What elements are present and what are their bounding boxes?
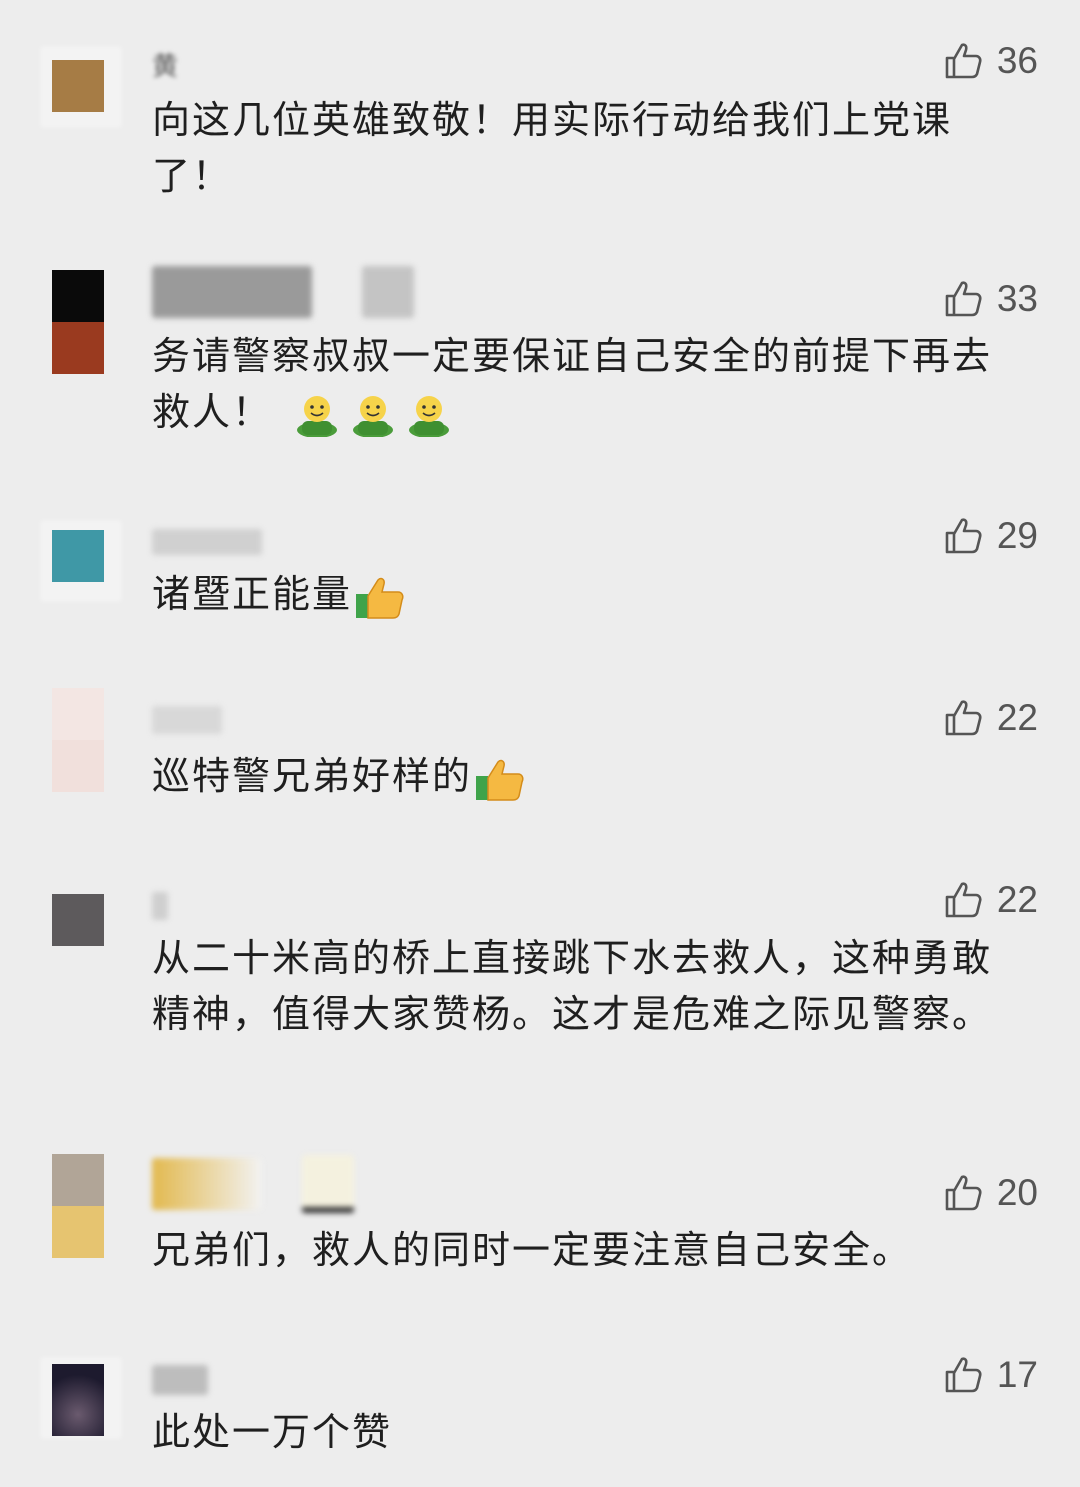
avatar[interactable]	[52, 270, 104, 374]
avatar-image-bottom	[52, 740, 104, 792]
avatar-image	[52, 60, 104, 112]
smiling-green-person-emoji	[404, 393, 454, 437]
comment-body: 此处一万个赞	[152, 1410, 393, 1454]
nickname-redacted	[152, 1365, 208, 1395]
like-count: 29	[996, 515, 1038, 556]
avatar-image	[52, 530, 104, 582]
nickname[interactable]	[152, 522, 262, 562]
comment-body: 向这几位英雄致敬！用实际行动给我们上党课了！	[152, 98, 953, 198]
thumbs-up-icon	[945, 1357, 982, 1393]
avatar-image	[52, 1364, 104, 1436]
comment-text: 巡特警兄弟好样的	[152, 748, 1012, 804]
comment-text: 向这几位英雄致敬！用实际行动给我们上党课了！	[152, 92, 1012, 204]
nickname-redacted	[302, 1155, 354, 1213]
avatar-image-top	[52, 270, 104, 322]
avatar-image-bottom	[52, 322, 104, 374]
smiling-green-person-emoji	[292, 393, 342, 437]
like-count: 33	[996, 278, 1038, 319]
avatar[interactable]	[52, 1154, 104, 1258]
nickname[interactable]	[152, 1360, 208, 1400]
like-count: 17	[996, 1354, 1038, 1395]
comment-body: 巡特警兄弟好样的	[152, 754, 473, 798]
like-button[interactable]: 33	[943, 278, 1038, 320]
avatar[interactable]	[52, 894, 104, 946]
nickname[interactable]: 黄	[152, 44, 180, 84]
like-count: 22	[996, 879, 1038, 920]
comment-body: 诸暨正能量	[152, 572, 353, 616]
comment-body: 从二十米高的桥上直接跳下水去救人，这种勇敢精神，值得大家赞杨。这才是危难之际见警…	[152, 936, 993, 1036]
comment-text: 兄弟们，救人的同时一定要注意自己安全。	[152, 1222, 1012, 1278]
nickname-redacted	[152, 1158, 262, 1210]
nickname-redacted	[152, 529, 262, 555]
avatar[interactable]	[52, 530, 104, 582]
nickname-redacted	[152, 266, 312, 318]
thumbs-up-icon	[945, 1175, 982, 1211]
comment-body: 务请警察叔叔一定要保证自己安全的前提下再去救人！	[152, 334, 993, 434]
thumbs-up-emoji	[474, 754, 526, 804]
comment-text: 诸暨正能量	[152, 566, 1012, 622]
like-button[interactable]: 22	[943, 879, 1038, 921]
nickname-redacted	[362, 266, 414, 318]
like-button[interactable]: 17	[943, 1354, 1038, 1396]
comment-text: 务请警察叔叔一定要保证自己安全的前提下再去救人！	[152, 328, 1012, 440]
thumbs-up-icon	[945, 882, 982, 918]
avatar-image-bottom	[52, 1206, 104, 1258]
nickname[interactable]	[152, 266, 414, 318]
avatar[interactable]	[52, 60, 104, 112]
nickname-text: 黄	[152, 51, 181, 82]
nickname-redacted	[152, 892, 168, 920]
avatar-image-top	[52, 688, 104, 740]
avatar[interactable]	[52, 688, 104, 792]
like-count: 36	[996, 40, 1038, 81]
comment-text: 此处一万个赞	[152, 1404, 1012, 1460]
nickname[interactable]	[152, 700, 222, 740]
thumbs-up-emoji	[354, 572, 406, 622]
like-count: 22	[996, 697, 1038, 738]
avatar[interactable]	[52, 1364, 104, 1436]
nickname[interactable]	[152, 886, 168, 926]
thumbs-up-icon	[945, 518, 982, 554]
thumbs-up-icon	[945, 43, 982, 79]
avatar-image-top	[52, 1154, 104, 1206]
like-button[interactable]: 29	[943, 515, 1038, 557]
like-button[interactable]: 20	[943, 1172, 1038, 1214]
thumbs-up-icon	[945, 281, 982, 317]
comment-text: 从二十米高的桥上直接跳下水去救人，这种勇敢精神，值得大家赞杨。这才是危难之际见警…	[152, 930, 1012, 1042]
nickname[interactable]	[152, 1155, 354, 1213]
nickname-redacted	[152, 706, 222, 734]
like-button[interactable]: 36	[943, 40, 1038, 82]
like-button[interactable]: 22	[943, 697, 1038, 739]
avatar-image	[52, 894, 104, 946]
like-count: 20	[996, 1172, 1038, 1213]
comment-body: 兄弟们，救人的同时一定要注意自己安全。	[152, 1228, 913, 1272]
smiling-green-person-emoji	[348, 393, 398, 437]
thumbs-up-icon	[945, 700, 982, 736]
